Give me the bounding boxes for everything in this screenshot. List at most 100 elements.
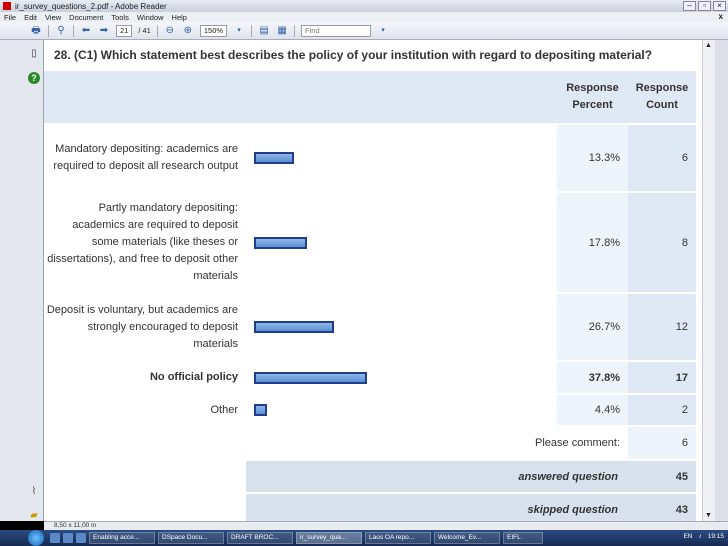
response-percent: 26.7% [557,292,628,361]
title-bar: ir_survey_questions_2.pdf - Adobe Reader… [0,0,728,12]
response-percent: 17.8% [557,191,628,293]
close-button[interactable]: × [713,1,726,11]
taskbar-item-active[interactable]: ir_survey_qua... [296,532,362,544]
answered-label: answered question [246,459,628,493]
document-view: 28. (C1) Which statement best describes … [44,40,702,521]
response-count: 17 [628,360,696,394]
page-size: 8,50 x 11,00 in [54,522,97,529]
response-count: 2 [628,393,696,426]
restore-button[interactable]: ▫ [698,1,711,11]
taskbar-item[interactable]: Welcome_Ev... [434,532,500,544]
answer-label: Other [44,393,246,426]
adobe-reader-icon [3,2,11,10]
answer-label: No official policy [44,360,246,394]
attachments-icon[interactable]: ⌇ [28,486,40,498]
help-icon[interactable]: ? [28,72,40,84]
toolbar-separator [73,24,74,37]
table-row: Partly mandatory depositing: academics a… [44,191,696,293]
table-header: Response Percent Response Count [44,71,696,124]
answer-label: Partly mandatory depositing: academics a… [44,191,246,293]
status-bar: 8,50 x 11,00 in [44,521,728,530]
table-row: No official policy 37.8% 17 [44,360,696,394]
response-percent: 37.8% [557,360,628,394]
response-percent: 13.3% [557,123,628,192]
find-dropdown-icon[interactable]: ▾ [377,25,389,37]
response-count: 6 [628,123,696,192]
taskbar-item[interactable]: DSpace Docu... [158,532,224,544]
zoom-out-icon[interactable]: ⊖ [164,25,176,37]
response-bar [254,404,267,416]
table-row: Deposit is voluntary, but academics are … [44,292,696,361]
menu-edit[interactable]: Edit [24,13,37,22]
comment-count: 6 [628,425,696,460]
page-number-input[interactable]: 21 [116,24,133,37]
response-bar [254,321,334,333]
response-count: 8 [628,191,696,293]
header-response-count: Response Count [628,71,696,124]
response-count: 12 [628,292,696,361]
taskbar-item[interactable]: EIFL [503,532,543,544]
menu-window[interactable]: Window [137,13,164,22]
menu-tools[interactable]: Tools [111,13,129,22]
quick-launch-icon[interactable] [76,533,86,543]
scroll-up-icon[interactable]: ▲ [705,42,712,49]
fit-width-icon[interactable]: ▦ [276,25,288,37]
clock[interactable]: 19:15 [708,533,724,540]
vertical-scrollbar[interactable]: ▲ ▼ [702,40,715,521]
quick-launch-icon[interactable] [50,533,60,543]
toolbar: 🖶 ⚲ ⬅ ➡ 21 / 41 ⊖ ⊕ 150% ▾ ▤ ▦ Find ▾ [0,22,728,40]
menu-view[interactable]: View [45,13,61,22]
skipped-row: skipped question 43 [44,492,696,521]
scroll-down-icon[interactable]: ▼ [705,512,712,519]
zoom-dropdown-icon[interactable]: ▾ [233,25,245,37]
close-document-button[interactable]: x [719,12,723,21]
comments-icon[interactable]: ▰ [28,510,40,522]
survey-results-table: Response Percent Response Count Mandator… [44,71,696,521]
share-icon[interactable]: ⚲ [55,25,67,37]
toolbar-separator [156,24,158,37]
language-indicator[interactable]: EN [683,533,692,540]
navigation-pane: ▯ ? ⌇ ▰ [0,40,44,521]
pages-panel-icon[interactable]: ▯ [28,48,40,60]
zoom-select[interactable]: 150% [199,24,228,37]
previous-page-icon[interactable]: ⬅ [80,25,92,37]
minimize-button[interactable]: – [683,1,696,11]
zoom-in-icon[interactable]: ⊕ [182,25,194,37]
taskbar-item[interactable]: Enabling acce... [89,532,155,544]
answer-label: Mandatory depositing: academics are requ… [44,123,246,192]
skipped-label: skipped question [246,492,628,521]
response-bar [254,152,294,164]
menu-help[interactable]: Help [172,13,187,22]
table-row: Mandatory depositing: academics are requ… [44,123,696,192]
start-button[interactable] [28,530,44,546]
question-title: 28. (C1) Which statement best describes … [54,48,653,62]
next-page-icon[interactable]: ➡ [98,25,110,37]
taskbar-item[interactable]: Laos OA repo... [365,532,431,544]
comment-row: Please comment: 6 [44,425,696,460]
table-row: Other 4.4% 2 [44,393,696,426]
menu-bar: File Edit View Document Tools Window Hel… [0,12,728,22]
find-input[interactable]: Find [301,24,372,37]
response-bar [254,236,307,249]
header-response-percent: Response Percent [557,71,628,124]
window-border [715,40,728,521]
response-percent: 4.4% [557,393,628,426]
skipped-count: 43 [628,492,696,521]
print-icon[interactable]: 🖶 [30,25,42,37]
comment-label: Please comment: [44,425,628,460]
toolbar-separator [48,24,49,37]
response-bar [254,371,367,384]
menu-file[interactable]: File [4,13,16,22]
toolbar-separator [251,24,253,37]
taskbar-item[interactable]: DRAFT BROC... [227,532,293,544]
system-tray: EN ♪ 19:15 [683,533,724,540]
fit-page-icon[interactable]: ▤ [258,25,270,37]
menu-document[interactable]: Document [69,13,103,22]
answered-row: answered question 45 [44,459,696,493]
window-title: ir_survey_questions_2.pdf - Adobe Reader [15,1,167,11]
header-blank [44,71,557,124]
volume-icon[interactable]: ♪ [698,533,701,540]
quick-launch-icon[interactable] [63,533,73,543]
answered-count: 45 [628,459,696,493]
answer-label: Deposit is voluntary, but academics are … [44,292,246,361]
